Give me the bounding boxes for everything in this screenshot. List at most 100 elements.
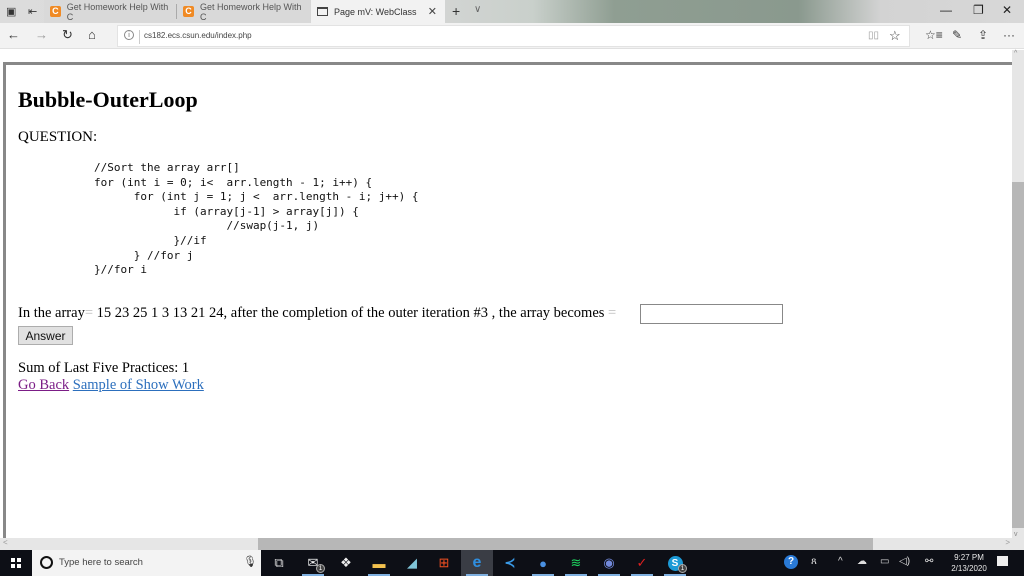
taskbar-app-discord[interactable]: ◉: [593, 550, 625, 576]
browser-title-bar: ▣ ⇤ C Get Homework Help With C C Get Hom…: [0, 0, 1024, 23]
tab-homework-help-1[interactable]: C Get Homework Help With C: [44, 0, 175, 23]
tab-list-chevron-icon[interactable]: ∨: [474, 4, 481, 15]
reading-view-icon[interactable]: ▯▯: [868, 30, 879, 41]
trend-micro-icon: ✓: [636, 555, 648, 570]
code-block: //Sort the array arr[] for (int i = 0; i…: [94, 161, 419, 277]
scroll-up-icon[interactable]: ^: [1014, 50, 1017, 57]
tab-title: Get Homework Help With C: [66, 1, 169, 22]
question-prompt: In the array= 15 23 25 1 3 13 21 24, aft…: [18, 305, 616, 322]
system-clock[interactable]: 9:27 PM 2/13/2020: [944, 552, 994, 574]
action-center-icon[interactable]: [997, 556, 1008, 566]
dropbox-icon: ❖: [340, 555, 352, 570]
windows-taskbar: Type here to search 🎙︎ ⧉ ✉ 1 ❖ ▬ ◢ ⊞ e ≺…: [0, 550, 1024, 576]
microphone-icon[interactable]: 🎙︎: [243, 555, 257, 568]
close-window-icon[interactable]: ✕: [1002, 3, 1012, 17]
content-frame: Bubble-OuterLoop QUESTION: //Sort the ar…: [3, 62, 1023, 542]
practice-sum: Sum of Last Five Practices: 1: [18, 360, 190, 376]
chegg-c-icon: C: [183, 6, 194, 17]
volume-icon[interactable]: ◁): [899, 556, 910, 567]
page-links: Go Back Sample of Show Work: [18, 377, 204, 394]
go-back-link[interactable]: Go Back: [18, 377, 69, 393]
equals-sign: =: [608, 305, 617, 321]
array-values: 15 23 25 1 3 13 21 24: [96, 305, 224, 321]
battery-icon[interactable]: ▭: [880, 556, 889, 567]
taskbar-app-vscode[interactable]: ≺: [494, 550, 526, 576]
page-icon: [317, 7, 328, 16]
answer-button[interactable]: Answer: [18, 326, 73, 345]
notes-app-icon: ◢: [407, 555, 417, 570]
web-notes-pen-icon[interactable]: ✎: [952, 28, 962, 42]
taskbar-app-edge[interactable]: e: [461, 550, 493, 576]
maximize-icon[interactable]: ❐: [973, 3, 984, 17]
favorites-hub-icon[interactable]: ☆≡: [925, 28, 943, 42]
onedrive-icon[interactable]: ☁: [857, 556, 867, 567]
task-view-icon: ⧉: [274, 555, 284, 570]
minimize-icon[interactable]: —: [940, 3, 952, 17]
folder-icon: ▬: [372, 555, 386, 571]
mail-badge: 1: [316, 564, 325, 573]
taskbar-app-store[interactable]: ⊞: [428, 550, 460, 576]
address-bar[interactable]: i cs182.ecs.csun.edu/index.php ▯▯ ☆: [117, 25, 910, 47]
taskbar-app-file-explorer[interactable]: ▬: [363, 550, 395, 576]
edge-icon: e: [472, 554, 482, 571]
url-text[interactable]: cs182.ecs.csun.edu/index.php: [144, 31, 252, 40]
back-icon[interactable]: ←: [7, 27, 20, 42]
vertical-scroll-thumb[interactable]: [1012, 182, 1024, 528]
store-icon: ⊞: [438, 555, 450, 570]
address-toolbar: ← → ↻ ⌂ i cs182.ecs.csun.edu/index.php ▯…: [0, 23, 1024, 49]
sample-show-work-link[interactable]: Sample of Show Work: [73, 377, 204, 393]
tab-webclass[interactable]: Page mV: WebClass ✕: [311, 0, 445, 23]
task-view-button[interactable]: ⧉: [263, 550, 295, 576]
taskbar-app-dropbox[interactable]: ❖: [330, 550, 362, 576]
spotify-icon: ≋: [570, 555, 582, 570]
set-aside-tabs-icon[interactable]: ▣: [6, 5, 16, 18]
equals-sign: =: [84, 305, 94, 321]
chegg-c-icon: C: [50, 6, 61, 17]
more-options-icon[interactable]: ···: [1003, 28, 1015, 42]
share-icon[interactable]: ⇪: [978, 28, 988, 42]
page-title: Bubble-OuterLoop: [18, 87, 198, 112]
show-hidden-icons-chevron[interactable]: ^: [838, 556, 843, 567]
clock-time: 9:27 PM: [954, 553, 984, 562]
taskbar-app-mail[interactable]: ✉ 1: [297, 550, 329, 576]
search-placeholder: Type here to search: [59, 557, 143, 568]
scroll-left-icon[interactable]: <: [3, 538, 8, 547]
cortana-icon: [40, 556, 53, 569]
taskbar-app-notes[interactable]: ◢: [396, 550, 428, 576]
address-divider: [139, 30, 140, 44]
discord-icon: ◉: [603, 555, 615, 570]
forward-icon[interactable]: →: [35, 27, 48, 42]
tab-homework-help-2[interactable]: C Get Homework Help With C: [177, 0, 310, 23]
page-viewport: Bubble-OuterLoop QUESTION: //Sort the ar…: [0, 50, 1023, 542]
tabs-aside-icon[interactable]: ⇤: [28, 5, 37, 18]
taskbar-app-skype[interactable]: S 1: [659, 550, 691, 576]
chrome-icon: ●: [539, 555, 547, 571]
tab-title: Get Homework Help With C: [199, 1, 302, 22]
home-icon[interactable]: ⌂: [88, 27, 96, 42]
start-button[interactable]: [0, 550, 32, 576]
help-icon[interactable]: ?: [784, 555, 798, 569]
vscode-icon: ≺: [504, 555, 516, 570]
prompt-prefix: In the array: [18, 305, 85, 321]
skype-badge: 1: [678, 564, 687, 573]
taskbar-app-chrome[interactable]: ●: [527, 550, 559, 576]
horizontal-scroll-thumb[interactable]: [258, 538, 873, 550]
question-label: QUESTION:: [18, 129, 98, 145]
horizontal-scrollbar[interactable]: < >: [0, 538, 1024, 550]
people-icon[interactable]: ጸ: [811, 556, 817, 567]
add-favorite-star-icon[interactable]: ☆: [889, 28, 901, 44]
new-tab-icon[interactable]: +: [452, 3, 460, 19]
close-tab-icon[interactable]: ✕: [428, 5, 437, 18]
vertical-scrollbar[interactable]: ^ v: [1012, 50, 1024, 538]
taskbar-app-trend-micro[interactable]: ✓: [626, 550, 658, 576]
site-info-icon[interactable]: i: [124, 30, 134, 40]
tab-title: Page mV: WebClass: [334, 6, 417, 17]
refresh-icon[interactable]: ↻: [62, 27, 73, 43]
answer-input[interactable]: [640, 304, 783, 324]
taskbar-app-spotify[interactable]: ≋: [560, 550, 592, 576]
scroll-down-icon[interactable]: v: [1014, 531, 1018, 538]
taskbar-search-box[interactable]: Type here to search 🎙︎: [32, 550, 261, 576]
network-icon[interactable]: ⚯: [925, 556, 933, 567]
clock-date: 2/13/2020: [951, 564, 987, 573]
scroll-right-icon[interactable]: >: [1005, 538, 1010, 547]
